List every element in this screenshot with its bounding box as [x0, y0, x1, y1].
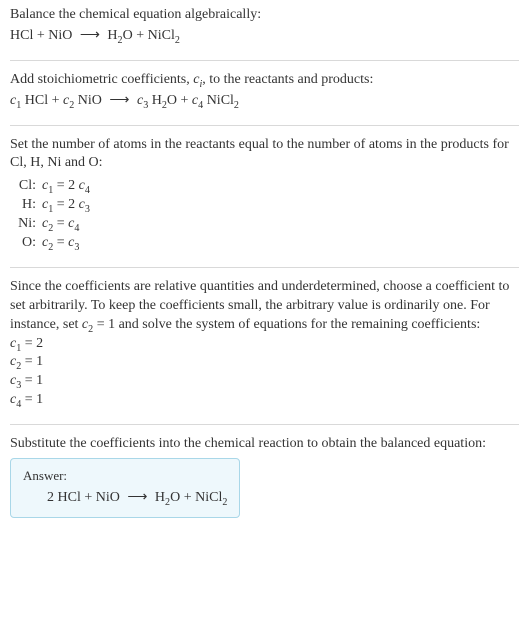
answer-label: Answer: [23, 467, 227, 485]
balance-equation: c2 = c3 [42, 234, 94, 253]
table-row: Ni: c2 = c4 [10, 215, 94, 234]
equation-unbalanced: HCl + NiO ⟶ H2O + NiCl2 [10, 27, 519, 46]
balance-equation: c1 = 2 c3 [42, 196, 94, 215]
atom-balance-table: Cl: c1 = 2 c4 H: c1 = 2 c3 Ni: c2 = c4 O… [10, 177, 94, 253]
equation-with-coefficients: c1 HCl + c2 NiO ⟶ c3 H2O + c4 NiCl2 [10, 92, 519, 111]
answer-intro: Substitute the coefficients into the che… [10, 435, 519, 454]
solve-intro: Since the coefficients are relative quan… [10, 278, 519, 335]
balance-equation: c1 = 2 c4 [42, 177, 94, 196]
section-solve: Since the coefficients are relative quan… [10, 278, 519, 425]
table-row: Cl: c1 = 2 c4 [10, 177, 94, 196]
section-intro: Balance the chemical equation algebraica… [10, 6, 519, 61]
section-coefficients: Add stoichiometric coefficients, ci, to … [10, 71, 519, 126]
element-label: Cl: [10, 177, 42, 196]
element-label: Ni: [10, 215, 42, 234]
balance-equation: c2 = c4 [42, 215, 94, 234]
section-answer: Substitute the coefficients into the che… [10, 435, 519, 518]
solution-line: c1 = 2 [10, 335, 519, 354]
coeff-intro: Add stoichiometric coefficients, ci, to … [10, 71, 519, 90]
solution-line: c3 = 1 [10, 372, 519, 391]
solution-line: c4 = 1 [10, 391, 519, 410]
element-label: H: [10, 196, 42, 215]
table-row: O: c2 = c3 [10, 234, 94, 253]
atom-balance-intro: Set the number of atoms in the reactants… [10, 136, 519, 174]
answer-box: Answer: 2 HCl + NiO ⟶ H2O + NiCl2 [10, 458, 240, 518]
element-label: O: [10, 234, 42, 253]
page: Balance the chemical equation algebraica… [0, 0, 529, 532]
solutions-list: c1 = 2 c2 = 1 c3 = 1 c4 = 1 [10, 335, 519, 411]
section-atom-balance: Set the number of atoms in the reactants… [10, 136, 519, 268]
answer-equation: 2 HCl + NiO ⟶ H2O + NiCl2 [23, 489, 227, 508]
table-row: H: c1 = 2 c3 [10, 196, 94, 215]
solution-line: c2 = 1 [10, 353, 519, 372]
intro-text: Balance the chemical equation algebraica… [10, 6, 519, 25]
